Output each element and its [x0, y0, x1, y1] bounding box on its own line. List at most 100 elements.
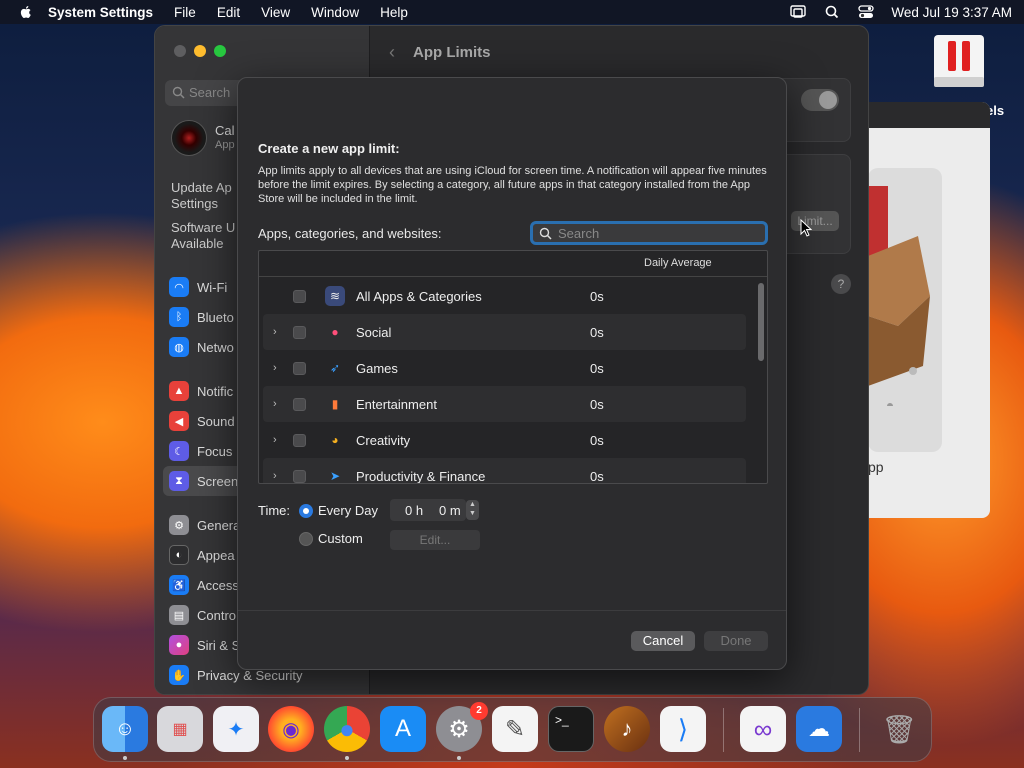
row-average: 0s	[590, 324, 604, 340]
software-update-line1: Software U	[171, 220, 236, 235]
hourglass-icon: ⧗	[169, 471, 189, 491]
app-store-icon[interactable]: A	[380, 706, 426, 752]
menu-view[interactable]: View	[261, 5, 290, 20]
chevron-right-icon[interactable]: ›	[273, 398, 277, 410]
sheet-title: Create a new app limit:	[258, 141, 400, 156]
chevron-right-icon[interactable]: ›	[273, 362, 277, 374]
column-daily-average[interactable]: Daily Average	[644, 257, 712, 269]
menubar-clock[interactable]: Wed Jul 19 3:37 AM	[891, 5, 1012, 20]
sidebar-update-settings[interactable]: Update Ap Settings	[171, 180, 232, 212]
control-center-icon: ▤	[169, 605, 189, 625]
control-center-icon[interactable]	[857, 5, 875, 19]
row-checkbox[interactable]	[293, 361, 306, 375]
row-checkbox[interactable]	[293, 433, 306, 447]
screen-mirroring-icon[interactable]	[789, 5, 807, 19]
menu-window[interactable]: Window	[311, 5, 359, 20]
visual-studio-icon[interactable]: ∞	[740, 706, 786, 752]
paper-plane-icon: ➤	[329, 469, 341, 483]
spotlight-search-icon[interactable]	[823, 5, 841, 19]
chevron-right-icon[interactable]: ›	[273, 434, 277, 446]
help-button[interactable]: ?	[831, 274, 851, 294]
list-item[interactable]: › ▮ Entertainment 0s	[263, 386, 746, 422]
weather-icon[interactable]: ☁	[796, 706, 842, 752]
menu-edit[interactable]: Edit	[217, 5, 240, 20]
chat-bubbles-icon: ●	[331, 325, 339, 339]
row-checkbox[interactable]	[293, 289, 306, 303]
stepper-down-icon[interactable]: ▼	[469, 510, 476, 517]
menu-file[interactable]: File	[174, 5, 196, 20]
edit-custom-button[interactable]: Edit...	[390, 530, 480, 550]
safari-icon[interactable]: ✦	[213, 706, 259, 752]
row-average: 0s	[590, 468, 604, 484]
sidebar-search-placeholder: Search	[189, 85, 231, 100]
sidebar-item-label: Notific	[197, 383, 234, 399]
app-limits-toggle[interactable]	[801, 89, 839, 111]
terminal-icon[interactable]: >_	[548, 706, 594, 752]
scrollbar-thumb[interactable]	[758, 283, 764, 361]
wifi-icon: ◠	[169, 277, 189, 297]
textedit-icon[interactable]: ✎	[492, 706, 538, 752]
sidebar-item-label: Genera	[197, 517, 241, 533]
apple-menu-icon[interactable]	[18, 4, 34, 20]
list-item[interactable]: › ● Social 0s	[263, 314, 746, 350]
back-chevron-icon[interactable]: ‹	[389, 42, 395, 63]
stepper-up-icon[interactable]: ▲	[469, 501, 476, 508]
list-item[interactable]: › ➶ Games 0s	[259, 350, 754, 386]
sidebar-software-update[interactable]: Software U Available	[171, 220, 235, 252]
row-name: Creativity	[356, 432, 411, 448]
minimize-window-button[interactable]	[194, 45, 206, 57]
list-scrollbar[interactable]	[757, 281, 765, 481]
close-window-button[interactable]	[174, 45, 186, 57]
parallels-drive-icon[interactable]	[932, 33, 986, 91]
apps-search-input[interactable]: Search	[530, 221, 768, 245]
rocket-icon: ➶	[329, 361, 341, 375]
list-item[interactable]: ≋ All Apps & Categories 0s	[259, 278, 754, 314]
launchpad-icon[interactable]: ▦	[157, 706, 203, 752]
chevron-right-icon[interactable]: ›	[273, 326, 277, 338]
bell-icon: ▲	[169, 381, 189, 401]
time-stepper[interactable]: ▲ ▼	[466, 500, 479, 520]
background-app-window[interactable]: pp	[868, 102, 990, 518]
row-checkbox[interactable]	[293, 469, 306, 483]
chrome-icon[interactable]: ●	[324, 706, 370, 752]
every-day-label[interactable]: Every Day	[318, 503, 378, 518]
appearance-icon: ◐	[169, 545, 189, 565]
menu-help[interactable]: Help	[380, 5, 408, 20]
search-icon	[539, 227, 552, 240]
row-checkbox[interactable]	[293, 325, 306, 339]
row-name: Games	[356, 360, 398, 376]
apps-categories-list[interactable]: Daily Average ≋ All Apps & Categories 0s…	[258, 250, 768, 484]
vscode-icon[interactable]: ⟩	[660, 706, 706, 752]
background-window-titlebar[interactable]	[868, 102, 990, 128]
bluetooth-icon: ᛒ	[169, 307, 189, 327]
time-limit-field[interactable]: 0 h 0 m	[390, 499, 466, 521]
menu-app-name[interactable]: System Settings	[48, 5, 153, 20]
done-button[interactable]: Done	[704, 631, 768, 651]
custom-radio[interactable]	[299, 532, 313, 546]
every-day-radio[interactable]	[299, 504, 313, 518]
chevron-right-icon[interactable]: ›	[273, 470, 277, 482]
list-item[interactable]: › ◕ Creativity 0s	[259, 422, 754, 458]
garageband-icon[interactable]: ♪	[604, 706, 650, 752]
palette-icon: ◕	[331, 433, 339, 447]
sidebar-item-label: Access	[197, 577, 239, 593]
list-item[interactable]: › ➤ Productivity & Finance 0s	[263, 458, 746, 484]
hours-value[interactable]: 0 h	[405, 503, 423, 518]
custom-label[interactable]: Custom	[318, 531, 363, 546]
firefox-icon[interactable]: ◉	[268, 706, 314, 752]
row-checkbox[interactable]	[293, 397, 306, 411]
add-limit-button[interactable]: Limit...	[791, 211, 839, 231]
row-name: Social	[356, 324, 392, 340]
trash-icon[interactable]: 🗑	[876, 706, 922, 752]
sidebar-account[interactable]: Cal App	[171, 120, 235, 156]
finder-icon[interactable]: ☺	[102, 706, 148, 752]
row-name: All Apps & Categories	[356, 288, 482, 304]
sidebar-item-label: Blueto	[197, 309, 234, 325]
row-average: 0s	[590, 432, 604, 448]
zoom-window-button[interactable]	[214, 45, 226, 57]
minutes-value[interactable]: 0 m	[439, 503, 461, 518]
menu-bar: System Settings File Edit View Window He…	[0, 0, 1024, 24]
cancel-button[interactable]: Cancel	[631, 631, 695, 651]
sheet-divider	[238, 610, 786, 611]
gear-icon: ⚙	[169, 515, 189, 535]
